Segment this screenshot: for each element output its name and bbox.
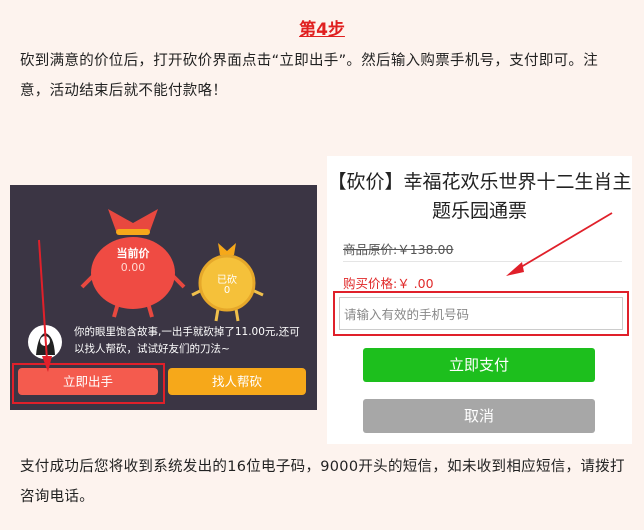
- current-price-label: 当前价: [116, 247, 150, 260]
- footer-text: 支付成功后您将收到系统发出的16位电子码，9000开头的短信，如未收到相应短信，…: [20, 459, 625, 505]
- product-title: 【砍价】幸福花欢乐世界十二生肖主题乐园通票: [327, 171, 632, 222]
- highlight-frame: [333, 291, 629, 336]
- step-title: 第4步: [299, 20, 345, 40]
- intro-text: 砍到满意的价位后，打开砍价界面点击“立即出手”。然后输入购票手机号，支付即可。注…: [20, 53, 599, 99]
- original-price: 商品原价:￥138.00: [343, 242, 454, 257]
- bargained-value: 0: [223, 285, 231, 296]
- cancel-button[interactable]: 取消: [363, 399, 595, 433]
- current-price-value: 0.00: [120, 261, 146, 274]
- purchase-price: 购买价格:￥ .00: [343, 276, 434, 291]
- avatar: [28, 325, 62, 359]
- bargain-message: 你的眼里饱含故事,一出手就砍掉了11.00元,还可以找人帮砍，试试好友们的刀法~: [74, 326, 300, 355]
- divider: [343, 261, 622, 262]
- pay-now-button[interactable]: 立即支付: [363, 348, 595, 382]
- ask-help-button[interactable]: 找人帮砍: [168, 368, 306, 395]
- highlight-frame: [12, 363, 165, 404]
- bargained-label: 已砍: [217, 275, 237, 286]
